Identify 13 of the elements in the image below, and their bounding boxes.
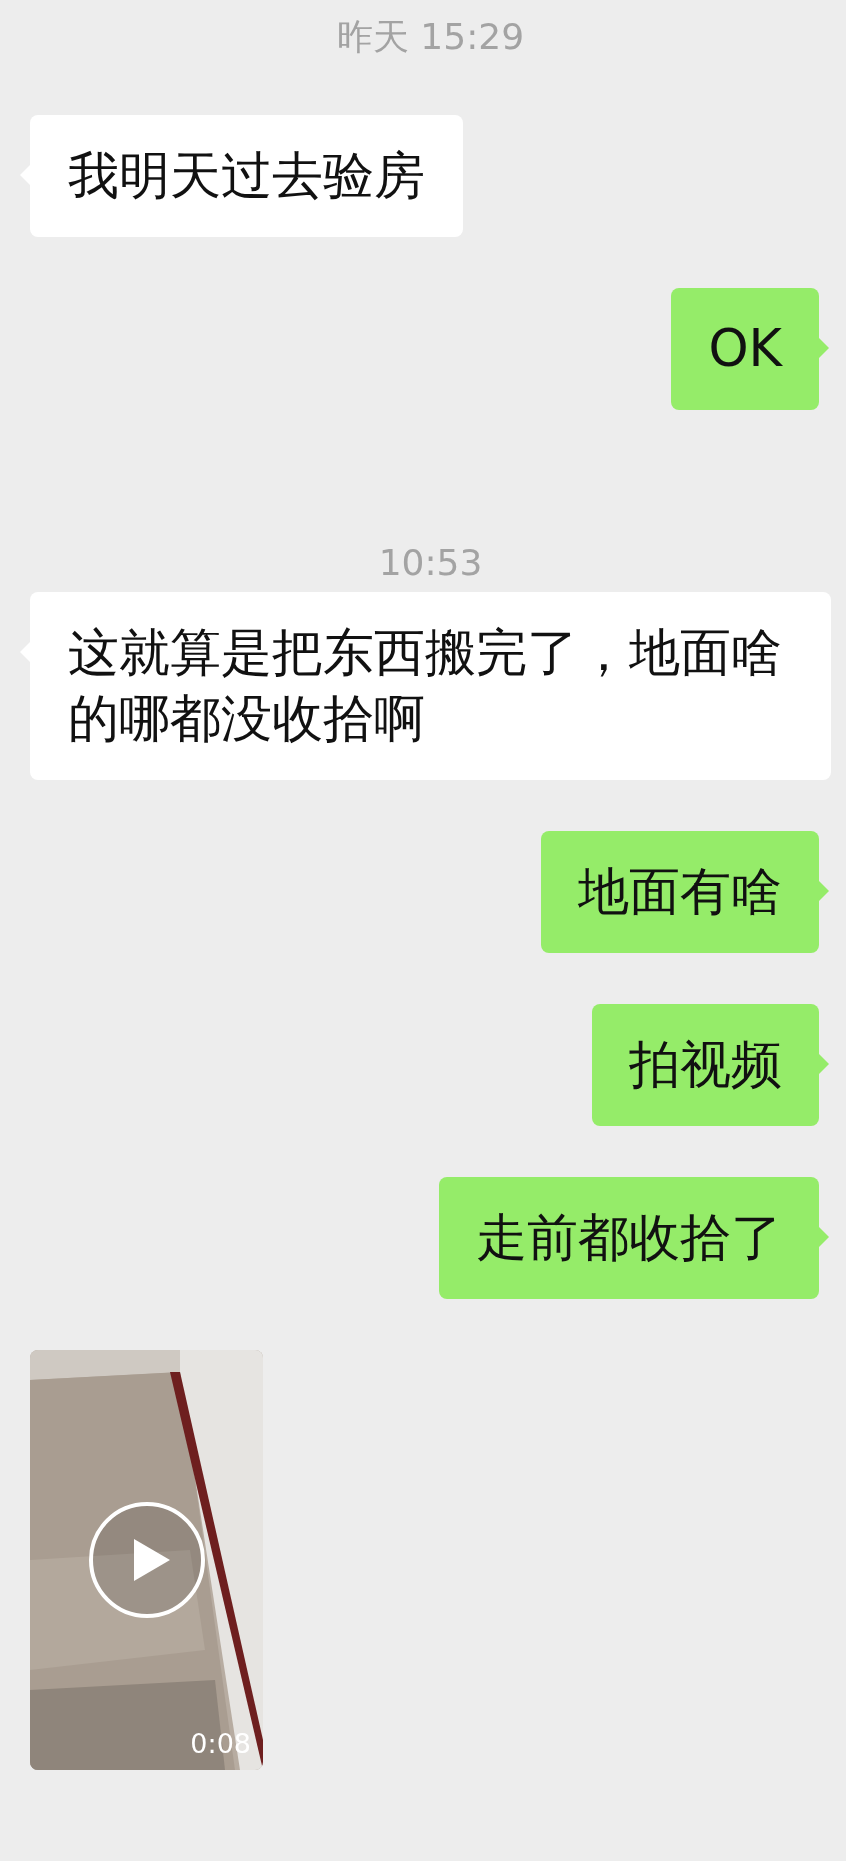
bubble-tail-icon bbox=[819, 1227, 829, 1247]
message-bubble: 拍视频 bbox=[592, 1004, 819, 1126]
message-bubble: OK bbox=[671, 288, 819, 410]
message-bubble: 我明天过去验房 bbox=[30, 115, 463, 237]
timestamp: 10:53 bbox=[378, 541, 483, 585]
message-bubble: 地面有啥 bbox=[541, 831, 819, 953]
message-bubble: 走前都收拾了 bbox=[439, 1177, 819, 1299]
bubble-tail-icon bbox=[819, 338, 829, 358]
bubble-tail-icon bbox=[819, 881, 829, 901]
play-icon[interactable] bbox=[88, 1501, 206, 1619]
message-bubble: 这就算是把东西搬完了，地面啥的哪都没收拾啊 bbox=[30, 592, 831, 780]
timestamp: 昨天 15:29 bbox=[336, 15, 525, 59]
bubble-tail-icon bbox=[819, 1054, 829, 1074]
